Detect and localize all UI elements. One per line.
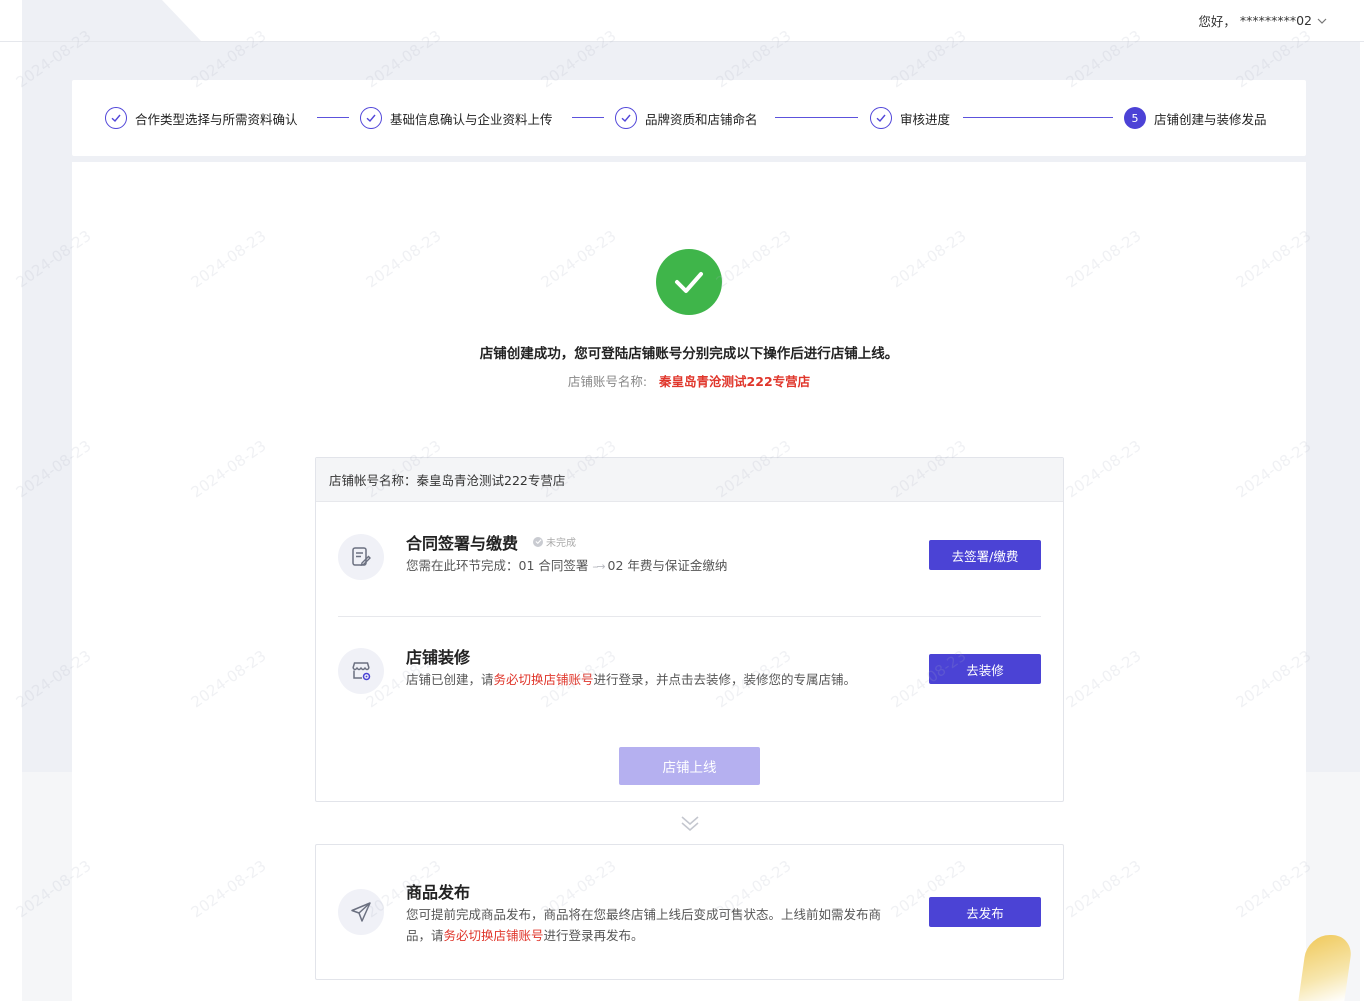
step-5: 5 店铺创建与装修发品 (1124, 80, 1267, 156)
decorate-button[interactable]: 去装修 (929, 654, 1041, 684)
step-connector (572, 117, 604, 118)
divider (338, 616, 1041, 617)
sign-pay-button[interactable]: 去签署/缴费 (929, 540, 1041, 570)
desc-text: 品，请 (406, 928, 444, 943)
step-connector (963, 117, 1113, 118)
desc-text: 02 年费与保证金缴纳 (607, 558, 728, 573)
progress-steps: 合作类型选择与所需资料确认 基础信息确认与企业资料上传 品牌资质和店铺命名 审核… (72, 80, 1306, 156)
decorate-task: 店铺装修 店铺已创建，请务必切换店铺账号进行登录，并点击去装修，装修您的专属店铺… (316, 636, 1063, 716)
product-desc: 您可提前完成商品发布，商品将在您最终店铺上线后变成可售状态。上线前如需发布商 品… (406, 904, 881, 946)
task-box: 店铺帐号名称：秦皇岛青沧测试222专营店 合同签署与缴费 未完成 您需在此环节完… (315, 457, 1064, 802)
user-menu[interactable]: 您好， *********02 (1198, 11, 1328, 30)
step-2: 基础信息确认与企业资料上传 (360, 80, 553, 156)
product-task: 商品发布 您可提前完成商品发布，商品将在您最终店铺上线后变成可售状态。上线前如需… (316, 867, 1063, 967)
account-line: 店铺账号名称: 秦皇岛青沧测试222专营店 (72, 371, 1306, 390)
check-circle-icon (870, 107, 892, 129)
contract-task: 合同签署与缴费 未完成 您需在此环节完成：01 合同签署 --→ 02 年费与保证金… (316, 522, 1063, 602)
task-box-header: 店铺帐号名称：秦皇岛青沧测试222专营店 (316, 458, 1063, 502)
warning-text: 务必切换店铺账号 (443, 928, 544, 943)
double-chevron-down-icon (681, 816, 699, 831)
step-1: 合作类型选择与所需资料确认 (105, 80, 298, 156)
greeting-text: 您好， (1198, 14, 1236, 29)
step-4: 审核进度 (870, 80, 950, 156)
chevron-down-icon (1317, 18, 1327, 24)
account-label: 店铺账号名称: (567, 374, 648, 389)
step-connector (317, 117, 349, 118)
desc-line-2: 品，请务必切换店铺账号进行登录再发布。 (406, 925, 881, 946)
desc-text: 店铺已创建，请 (406, 672, 494, 687)
success-title: 店铺创建成功，您可登陆店铺账号分别完成以下操作后进行店铺上线。 (479, 346, 899, 362)
step-connector (775, 117, 858, 118)
product-box: 商品发布 您可提前完成商品发布，商品将在您最终店铺上线后变成可售状态。上线前如需… (315, 844, 1064, 980)
contract-title: 合同签署与缴费 (406, 534, 519, 553)
check-icon (533, 536, 543, 547)
desc-text: 您需在此环节完成：01 合同签署 (406, 558, 589, 573)
product-title: 商品发布 (406, 883, 471, 902)
top-bar: 您好， *********02 (0, 0, 1364, 42)
check-circle-icon (615, 107, 637, 129)
status-badge: 未完成 (533, 534, 576, 549)
account-value: 秦皇岛青沧测试222专营店 (659, 374, 811, 389)
username: *********02 (1239, 13, 1312, 28)
step-label: 基础信息确认与企业资料上传 (390, 111, 553, 127)
store-settings-icon (338, 648, 384, 694)
check-circle-icon (105, 107, 127, 129)
status-text: 未完成 (546, 538, 576, 549)
contract-desc: 您需在此环节完成：01 合同签署 --→ 02 年费与保证金缴纳 (406, 555, 727, 577)
success-check-icon (656, 249, 722, 315)
step-3: 品牌资质和店铺命名 (615, 80, 758, 156)
step-label: 审核进度 (900, 111, 951, 127)
step-label: 合作类型选择与所需资料确认 (135, 111, 298, 127)
step-number: 5 (1124, 107, 1146, 129)
desc-text: 进行登录，并点击去装修，装修您的专属店铺。 (593, 672, 857, 687)
publish-button[interactable]: 去发布 (929, 897, 1041, 927)
step-label: 店铺创建与装修发品 (1154, 111, 1267, 127)
main-card: 店铺创建成功，您可登陆店铺账号分别完成以下操作后进行店铺上线。 店铺账号名称: … (72, 162, 1306, 1001)
desc-text: 进行登录再发布。 (543, 928, 644, 943)
send-plane-icon (338, 889, 384, 935)
decorate-title: 店铺装修 (406, 648, 471, 667)
step-label: 品牌资质和店铺命名 (645, 111, 758, 127)
warning-text: 务必切换店铺账号 (493, 672, 594, 687)
contract-edit-icon (338, 534, 384, 580)
arrow-right-icon: --→ (592, 560, 605, 573)
store-online-button[interactable]: 店铺上线 (619, 747, 760, 785)
decorate-desc: 店铺已创建，请务必切换店铺账号进行登录，并点击去装修，装修您的专属店铺。 (406, 669, 856, 690)
desc-text: 您可提前完成商品发布，商品将在您最终店铺上线后变成可售状态。上线前如需发布商 (406, 907, 882, 922)
check-circle-icon (360, 107, 382, 129)
